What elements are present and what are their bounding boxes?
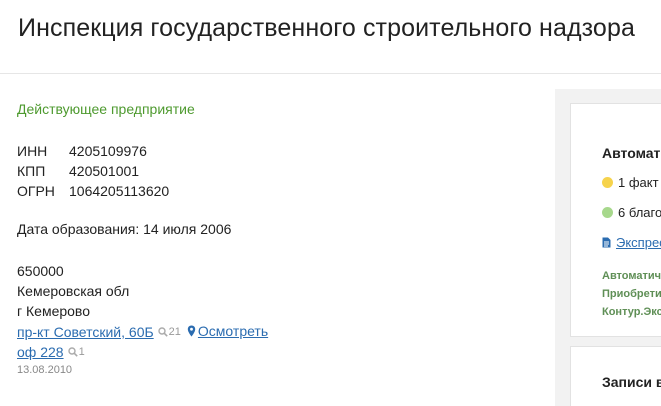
company-codes: ИНН 4205109976 КПП 420501001 ОГРН 106420…: [17, 141, 169, 201]
search-icon: [67, 347, 78, 357]
code-row-ogrn: ОГРН 1064205113620: [17, 181, 169, 201]
code-row-inn: ИНН 4205109976: [17, 141, 169, 161]
code-label: ОГРН: [17, 183, 55, 199]
view-location-label: Осмотреть: [197, 323, 269, 339]
auto-check-card: Автоматическая проверка 1 факт 6 благопр…: [570, 103, 661, 337]
street-count-value: 21: [168, 326, 181, 338]
address-city: г Кемерово: [17, 303, 90, 319]
code-label: ИНН: [17, 143, 48, 159]
address-block: 650000 Кемеровская обл г Кемерово пр-кт …: [17, 261, 268, 378]
address-street-row: пр-кт Советский, 60Б 21 Осмотреть: [17, 321, 268, 342]
auto-check-title: Автоматическая проверка: [602, 145, 661, 161]
page-header: Инспекция государственного строительного…: [0, 0, 661, 74]
code-value: 1064205113620: [69, 183, 170, 199]
promo-block[interactable]: Автоматическая проверка Приобретите Конт…: [602, 267, 661, 321]
express-report-row: Экспресс-отчёт: [602, 235, 661, 250]
ok-dot-icon: [602, 207, 613, 218]
code-label: КПП: [17, 163, 46, 179]
address-region: Кемеровская обл: [17, 283, 130, 299]
street-search-count[interactable]: 21: [157, 322, 181, 342]
address-office-row: оф 228 1: [17, 342, 268, 362]
fact-row[interactable]: 1 факт: [602, 175, 659, 190]
warning-dot-icon: [602, 177, 613, 188]
code-value: 4205109976: [69, 143, 147, 159]
promo-line: Автоматическая проверка: [602, 270, 661, 282]
company-info: Действующее предприятие ИНН 4205109976 К…: [0, 75, 555, 406]
address-office-link[interactable]: оф 228: [17, 344, 64, 360]
good-facts-label: 6 благоприятных: [618, 205, 661, 220]
founded-date: Дата образования: 14 июля 2006: [17, 221, 232, 237]
document-icon: [602, 237, 611, 248]
fact-label: 1 факт: [618, 175, 659, 190]
view-location-link[interactable]: Осмотреть: [187, 321, 268, 341]
office-search-count[interactable]: 1: [67, 342, 85, 362]
address-street-link[interactable]: пр-кт Советский, 60Б: [17, 324, 154, 340]
code-row-kpp: КПП 420501001: [17, 161, 169, 181]
page-title: Инспекция государственного строительного…: [18, 14, 635, 42]
search-icon: [157, 327, 168, 337]
promo-line: Приобретите: [602, 288, 661, 300]
map-pin-icon: [187, 325, 196, 337]
egrul-records-title: Записи в ЕГРЮЛ: [602, 374, 661, 390]
sidebar: Автоматическая проверка 1 факт 6 благопр…: [555, 89, 661, 406]
code-value: 420501001: [69, 163, 140, 179]
office-count-value: 1: [78, 346, 85, 358]
promo-line: Контур.Экстерн: [602, 306, 661, 318]
good-facts-row[interactable]: 6 благоприятных: [602, 205, 661, 220]
address-date: 13.08.2010: [17, 364, 73, 376]
status-badge: Действующее предприятие: [17, 101, 195, 117]
address-postcode: 650000: [17, 263, 64, 279]
egrul-records-card: Записи в ЕГРЮЛ: [570, 346, 661, 406]
express-report-link[interactable]: Экспресс-отчёт: [616, 235, 661, 250]
